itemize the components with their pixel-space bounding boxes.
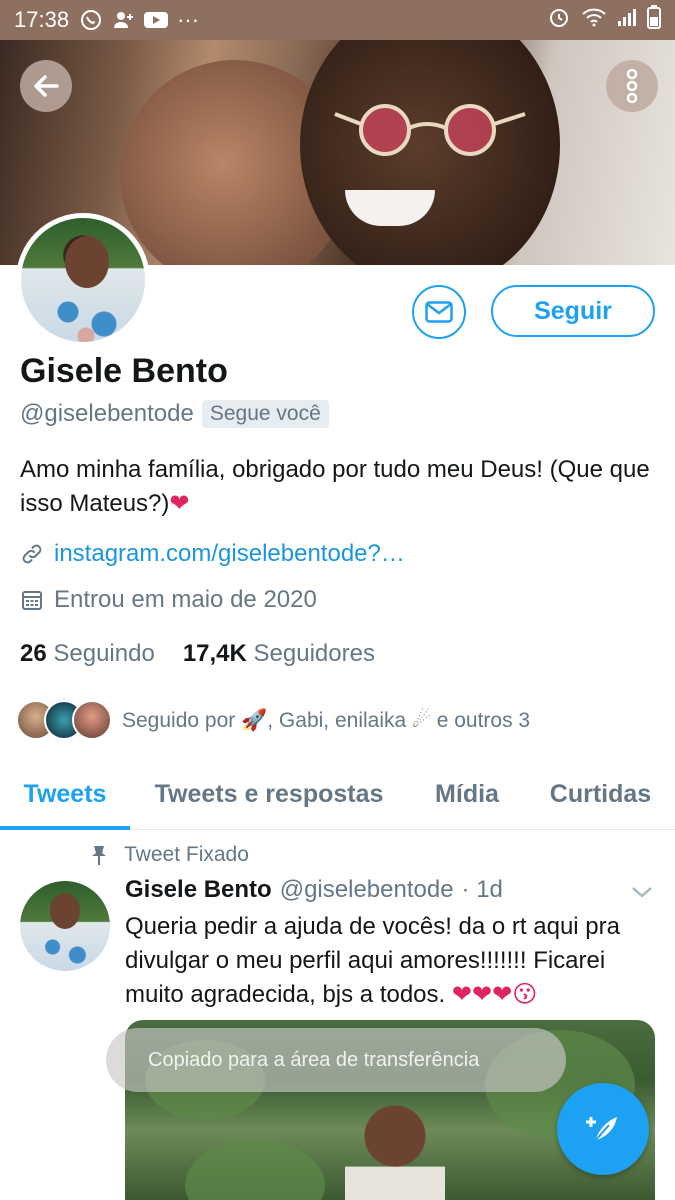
- followed-by-row[interactable]: Seguido por 🚀, Gabi, enilaika ☄ e outros…: [16, 700, 530, 740]
- followed-by-names: , Gabi, enilaika: [267, 708, 407, 732]
- followers-label: Seguidores: [253, 640, 375, 667]
- rocket-emoji: 🚀: [241, 708, 268, 732]
- youtube-icon: [143, 10, 169, 30]
- joined-date: Entrou em maio de 2020: [54, 586, 317, 613]
- tweet-author-handle: @giselebentode: [279, 876, 454, 903]
- profile-handle: @giselebentode: [20, 400, 194, 427]
- followed-by-prefix: Seguido por: [122, 708, 236, 732]
- copied-toast: Copiado para a área de transferência: [106, 1028, 566, 1092]
- battery-icon: [647, 5, 661, 35]
- back-button[interactable]: [20, 60, 72, 112]
- follow-stats: 26 Seguindo 17,4K Seguidores: [20, 640, 375, 668]
- following-stat[interactable]: 26 Seguindo: [20, 640, 155, 668]
- tweet-menu-button[interactable]: [630, 884, 654, 905]
- calendar-icon: [22, 591, 42, 610]
- banner-glasses: [334, 104, 526, 156]
- envelope-icon: [425, 301, 453, 323]
- tab-tweets-and-replies[interactable]: Tweets e respostas: [130, 760, 408, 829]
- overflow-dots: ···: [177, 7, 200, 32]
- alarm-icon: [547, 5, 571, 35]
- tweet-avatar[interactable]: [20, 881, 110, 971]
- status-bar: 17:38 ···: [0, 0, 675, 40]
- signal-icon: [617, 7, 637, 33]
- whatsapp-icon: [79, 8, 103, 32]
- tab-likes[interactable]: Curtidas: [526, 760, 675, 829]
- bio-text: Amo minha família, obrigado por tudo meu…: [20, 456, 650, 517]
- followed-by-suffix: e outros 3: [436, 708, 531, 732]
- profile-link-row: instagram.com/giselebentode?…: [20, 540, 405, 568]
- tweet-header: Gisele Bento @giselebentode · 1d: [125, 876, 503, 904]
- profile-tabs: Tweets Tweets e respostas Mídia Curtidas: [0, 760, 675, 830]
- tweet-avatar-dress: [34, 931, 96, 971]
- profile-bio: Amo minha família, obrigado por tudo meu…: [20, 453, 660, 521]
- bio-heart-emoji: ❤: [169, 490, 190, 517]
- avatar-head: [65, 236, 109, 288]
- following-count: 26: [20, 640, 47, 667]
- tweet-body: Queria pedir a ajuda de vocês! da o rt a…: [125, 913, 620, 1008]
- vertical-dots-icon: [626, 69, 638, 103]
- tweet-time: · 1d: [461, 876, 503, 903]
- tweet-text: Queria pedir a ajuda de vocês! da o rt a…: [125, 910, 655, 1012]
- avatar-dress: [41, 288, 131, 342]
- arrow-left-icon: [34, 75, 59, 97]
- following-label: Seguindo: [53, 640, 155, 667]
- status-time: 17:38: [14, 7, 70, 32]
- follow-button[interactable]: Seguir: [491, 285, 655, 337]
- pin-icon: [92, 846, 106, 865]
- tab-tweets[interactable]: Tweets: [0, 760, 130, 830]
- handle-row: @giselebentode Segue você: [20, 400, 329, 428]
- followers-stat[interactable]: 17,4K Seguidores: [183, 640, 375, 668]
- tweet-author-name: Gisele Bento: [125, 876, 272, 903]
- media-foliage: [185, 1140, 325, 1200]
- chevron-down-icon: [632, 887, 652, 898]
- tab-media[interactable]: Mídia: [408, 760, 526, 829]
- profile-link[interactable]: instagram.com/giselebentode?…: [54, 540, 405, 568]
- compose-tweet-button[interactable]: [557, 1083, 649, 1175]
- person-add-icon: [111, 8, 135, 32]
- profile-name: Gisele Bento: [20, 352, 228, 390]
- more-options-button[interactable]: [606, 60, 658, 112]
- follows-you-badge: Segue você: [201, 400, 329, 428]
- comet-emoji: ☄: [412, 708, 431, 732]
- compose-feather-icon: [586, 1117, 617, 1142]
- pinned-text: Tweet Fixado: [124, 843, 249, 866]
- followed-by-text: Seguido por 🚀, Gabi, enilaika ☄ e outros…: [122, 708, 530, 733]
- tweet-emojis: ❤❤❤😗: [451, 981, 538, 1008]
- media-person: [345, 1100, 445, 1200]
- follower-avatar: [72, 700, 112, 740]
- profile-avatar[interactable]: [16, 213, 150, 347]
- followers-count: 17,4K: [182, 640, 247, 667]
- message-button[interactable]: [412, 285, 466, 339]
- joined-row: Entrou em maio de 2020: [20, 586, 317, 614]
- link-icon: [22, 544, 42, 564]
- pinned-tweet-label: Tweet Fixado: [90, 843, 249, 867]
- tweet-avatar-head: [50, 893, 80, 929]
- wifi-icon: [581, 6, 607, 34]
